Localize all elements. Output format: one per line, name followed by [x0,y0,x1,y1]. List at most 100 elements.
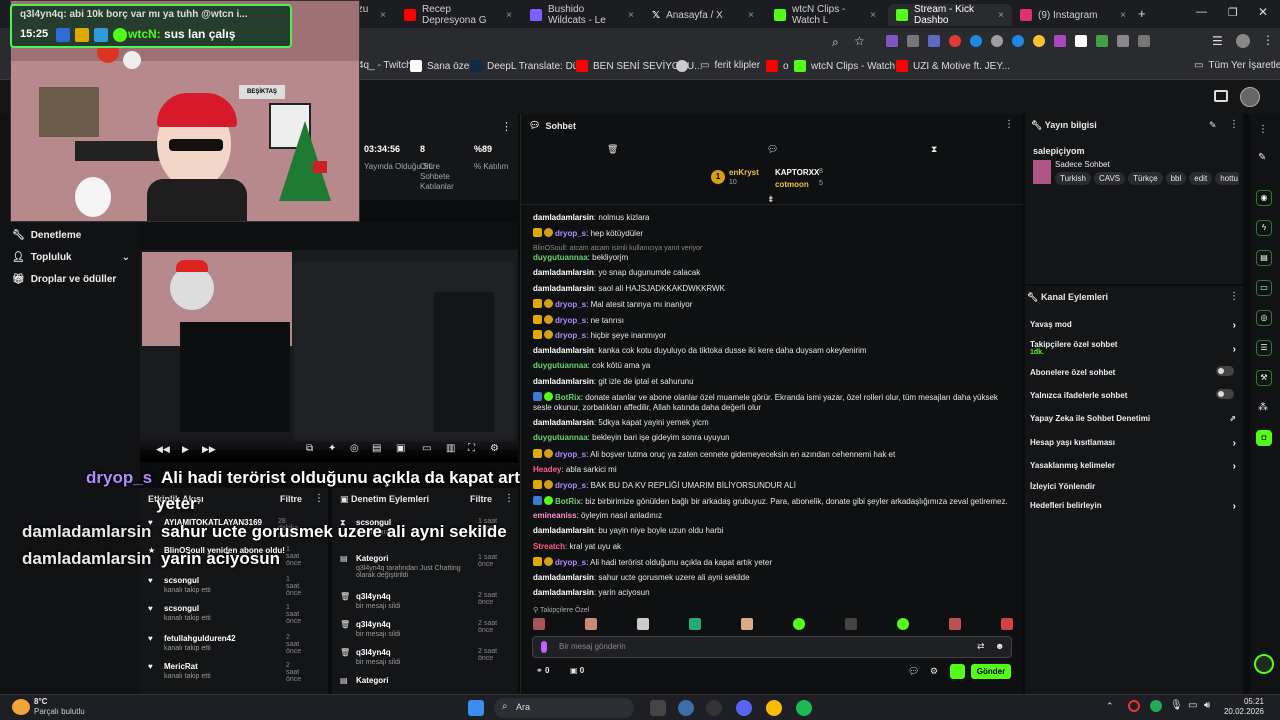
chat-bubble-icon[interactable]: 💬︎ [767,144,778,155]
settings-icon[interactable]: ⚙ [490,443,499,454]
chat-message[interactable]: Streatch: kral yat uyu ak [533,542,1013,552]
filter-button[interactable]: Filtre [470,494,492,504]
weather-temp[interactable]: 8°C [34,697,47,706]
tag[interactable]: bbl [1165,172,1187,185]
tag[interactable]: Turkish [1055,172,1091,185]
chat-username[interactable]: emineaniss [533,511,577,520]
clip-icon[interactable]: ⧉ [306,443,313,454]
chat-username[interactable]: dryop_s [555,300,586,309]
tray-chevron-icon[interactable]: ⌃ [1106,701,1114,712]
bookmark-item[interactable]: UZI & Motive ft. JEY... [896,60,1010,72]
more-icon[interactable]: ⋮ [1258,124,1268,135]
chat-username[interactable]: dryop_s [555,316,586,325]
clock-date[interactable]: 20.02.2026 [1214,707,1264,716]
close-icon[interactable]: × [748,10,754,21]
emote-icon[interactable] [533,618,545,630]
bookmark-item[interactable]: o [766,60,789,72]
edit-icon[interactable]: ✎ [1209,120,1217,131]
chat-message[interactable]: dryop_s: Ali boşver tutma oruç ya zaten … [533,449,1013,460]
bookmark-folder[interactable]: ▭ ferit klipler [700,60,760,71]
tag[interactable]: Türkçe [1128,172,1163,185]
chat-message[interactable]: dryop_s: ne tanrısı [533,315,1013,326]
emote-icon[interactable] [897,618,909,630]
more-icon[interactable]: ⋮ [1262,33,1274,47]
windows-start-icon[interactable] [468,700,484,716]
subtitles-icon[interactable]: ▤ [372,443,381,454]
wrench-icon[interactable]: ⚒ [1256,370,1272,386]
settings-icon[interactable]: ⚙ [930,666,938,677]
extension-icon[interactable] [991,35,1003,47]
chat-username[interactable]: duygutuannaa [533,433,588,442]
chat-username[interactable]: damladamlarsin [533,213,594,222]
chat-username[interactable]: dryop_s [555,331,586,340]
weather-desc[interactable]: Parçalı bulutlu [34,707,85,716]
chat-username[interactable]: dryop_s [555,229,586,238]
note-icon[interactable]: ▤ [1256,250,1272,266]
ai-moderation-row[interactable]: Yapay Zeka ile Sohbet Denetimi ⇗ [1030,414,1238,423]
trash-icon[interactable]: 🗑︎ [607,144,618,155]
more-icon[interactable]: ⋮ [1229,119,1239,130]
tab-instagram[interactable]: (9) Instagram × [1012,4,1134,26]
chat-message[interactable]: dryop_s: hep kötüydüler [533,228,1013,239]
screen-icon[interactable] [1214,90,1228,102]
send-button[interactable]: Gönder [971,664,1011,679]
chat-username[interactable]: damladamlarsin [533,573,594,582]
bolt-icon[interactable]: ϟ [1256,220,1272,236]
subscribers-only-row[interactable]: Abonelere özel sohbet [1030,366,1238,377]
clock-time[interactable]: 05:21 [1224,697,1264,706]
emote-icon[interactable] [793,618,805,630]
extension-icon[interactable] [886,35,898,47]
more-icon[interactable]: ⋮ [501,120,512,133]
chat-message[interactable]: damladamlarsin: yo snap dugunumde calaca… [533,268,1013,278]
new-tab-button[interactable]: + [1138,6,1146,21]
chat-widget-icon[interactable] [1254,654,1274,674]
chat-username[interactable]: damladamlarsin [533,284,594,293]
sidebar-item-community[interactable]: 👤︎ Topluluk ⌄ [12,252,130,263]
chat-username[interactable]: Headey [533,465,561,474]
emote-icon[interactable] [637,618,649,630]
extension-icon[interactable] [907,35,919,47]
chat-message[interactable]: damladamlarsin: git izle de iptal et sah… [533,377,1013,387]
rewind-icon[interactable]: ◀◀ [156,444,170,455]
zoom-icon[interactable]: ⌕ [832,35,839,50]
chat-message[interactable]: damladamlarsin: saol ali HAJSJADKKAKDWKK… [533,284,1013,294]
chat-input[interactable]: Bir mesaj gönderin ⇄ ☻ [532,636,1012,658]
puzzle-icon[interactable] [1138,35,1150,47]
chat-username[interactable]: damladamlarsin [533,588,594,597]
extension-icon[interactable] [1117,35,1129,47]
extension-icon[interactable] [928,35,940,47]
bookmark-item[interactable]: wtcN Clips - Watch... [794,60,903,72]
task-view-icon[interactable] [650,700,666,716]
sparkle-icon[interactable]: ✦ [328,443,336,454]
speed-icon[interactable]: ◎ [350,443,359,454]
goals-row[interactable]: Hedefleri belirleyin › [1030,501,1238,512]
chat-message[interactable]: damladamlarsin: yarin aciyosun [533,588,1013,598]
chat-bubble-icon[interactable]: 💬︎ [908,666,919,677]
chat-message[interactable]: BotRix: biz birbirimize gönülden bağlı b… [533,496,1013,507]
taskbar-search[interactable]: ⌕ Ara [494,698,634,718]
close-icon[interactable]: × [1120,10,1126,21]
toggle-switch[interactable] [1216,389,1234,399]
play-icon[interactable]: ▶ [182,444,189,455]
more-icon[interactable]: ⋮ [314,493,324,504]
more-icon[interactable]: ⋮ [1229,291,1239,302]
chat-message[interactable]: duygutuannaa: cok kötü ama ya [533,361,1013,371]
tab-x[interactable]: 𝕏 Anasayfa / X × [644,4,762,26]
cast-icon[interactable]: ▥ [446,443,455,454]
extension-icon[interactable] [949,35,961,47]
chat-icon[interactable]: ▭ [1256,280,1272,296]
emote-icon[interactable] [845,618,857,630]
extension-icon[interactable] [1054,35,1066,47]
close-icon[interactable]: × [998,10,1004,21]
profile-avatar[interactable] [1236,34,1250,48]
close-icon[interactable]: × [628,10,634,21]
chat-username[interactable]: damladamlarsin [533,526,594,535]
theater-icon[interactable]: ▭ [422,443,431,454]
chat-username[interactable]: damladamlarsin [533,268,594,277]
chat-username[interactable]: damladamlarsin [533,418,594,427]
bookmark-item[interactable]: 4q_ - Twitch [358,60,412,71]
chat-message[interactable]: duygutuannaa: bekliyorjm [533,253,1013,263]
close-icon[interactable]: × [870,10,876,21]
host-row[interactable]: İzleyici Yönlendir [1030,482,1238,491]
hourglass-icon[interactable]: ⧗ [931,144,937,155]
